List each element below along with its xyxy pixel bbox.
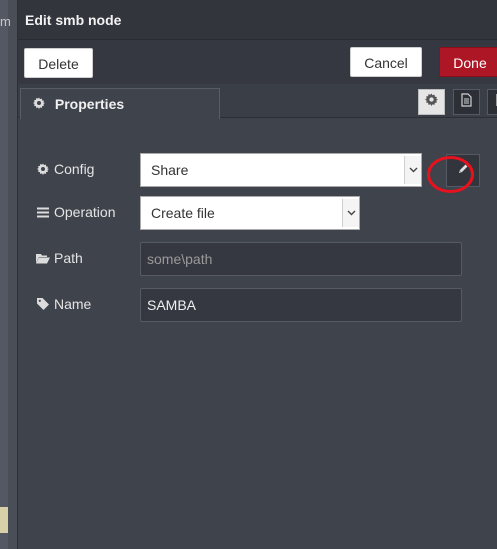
cancel-button[interactable]: Cancel [350,47,422,77]
config-select[interactable]: Share [140,153,422,187]
background-node-fragment [0,507,8,533]
background-text-fragment: m [0,14,11,29]
tray-title: Edit smb node [25,12,122,28]
operation-select-value: Create file [151,205,215,221]
tabs-row: Properties [18,84,497,119]
delete-button[interactable]: Delete [24,48,93,78]
chevron-down-icon [404,156,421,184]
done-button[interactable]: Done [439,47,497,77]
tab-settings[interactable] [418,89,445,115]
name-row: Name SAMBA [36,288,497,322]
operation-row: Operation Create file [36,196,497,230]
name-label: Name [36,296,91,312]
tab-properties[interactable]: Properties [20,88,220,119]
tab-properties-label: Properties [54,96,125,112]
name-label-text: Name [54,296,92,312]
path-row: Path some\path [36,242,497,276]
folder-open-icon [36,251,50,265]
path-label: Path [36,250,83,266]
gear-icon [425,93,438,111]
chevron-down-icon [342,199,359,227]
list-icon [36,205,50,219]
pencil-icon [457,162,469,180]
tag-icon [36,297,50,311]
config-row: Config Share [36,153,497,187]
tray-header: Edit smb node [18,0,497,40]
name-input[interactable]: SAMBA [140,288,462,322]
background-scrollbar [8,0,17,549]
background-workspace: m [0,0,17,549]
gear-icon [33,96,47,112]
name-input-value: SAMBA [147,297,197,313]
tab-description[interactable] [453,89,480,115]
tray-toolbar: Delete Cancel Done [18,40,497,84]
document-icon [461,92,472,112]
gear-icon [36,162,50,176]
edit-config-button[interactable] [446,154,480,187]
config-select-value: Share [151,162,189,178]
tab-appearance[interactable] [487,89,497,115]
path-input[interactable]: some\path [140,242,462,276]
operation-label: Operation [36,204,115,220]
config-label-text: Config [54,161,95,177]
path-input-placeholder: some\path [147,251,213,267]
path-label-text: Path [54,250,83,266]
operation-label-text: Operation [54,204,116,220]
operation-select[interactable]: Create file [140,196,360,230]
edit-tray: Edit smb node Delete Cancel Done Propert… [17,0,497,549]
config-label: Config [36,161,94,177]
